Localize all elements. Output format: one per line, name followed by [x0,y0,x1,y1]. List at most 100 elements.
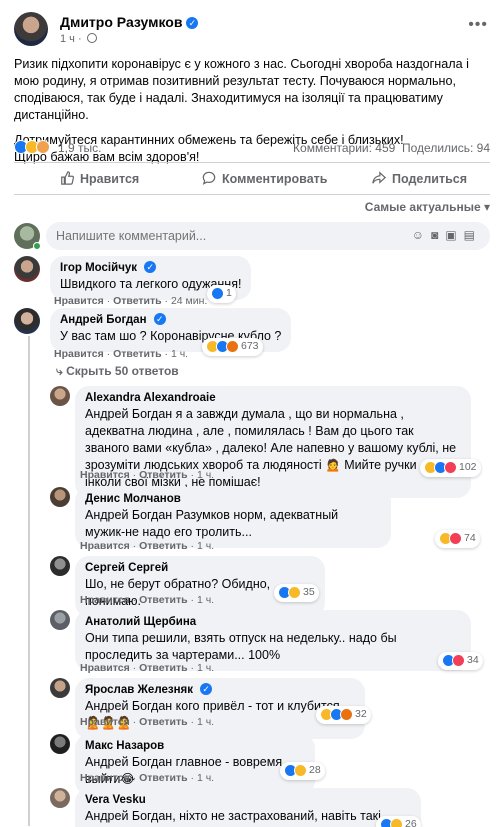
like-label: Нравится [80,172,140,186]
reply: Alexandra Alexandroaie Андрей Богдан я а… [50,386,490,498]
haha-reaction-icon [294,764,307,777]
comment-time[interactable]: 1 ч. [197,716,214,728]
comment-reactions[interactable]: 74 [435,530,480,548]
more-options-icon[interactable]: ••• [468,16,488,34]
reaction-count: 28 [309,764,321,776]
commenter-avatar[interactable] [50,556,70,576]
reaction-count[interactable]: 1,9 тыс. [58,141,101,155]
commenter-name[interactable]: Анатолий Щербина [85,615,461,630]
comment-reactions[interactable]: 35 [274,584,319,602]
comment-count[interactable]: Комментарии: 459 [293,141,395,155]
commenter-name[interactable]: Андрей Богдан ✓ [60,313,281,328]
comment-composer: ☺◙▣▤ [14,222,490,250]
share-label: Поделиться [392,172,468,186]
divider [14,194,490,195]
reaction-count: 102 [459,461,477,473]
comment-like-link[interactable]: Нравится [80,540,130,552]
commenter-name[interactable]: Ярослав Железняк ✓ [85,683,355,698]
thread-line [28,336,30,826]
post-meta: 1 ч · [60,33,97,45]
comment-time[interactable]: 1 ч. [197,469,214,481]
comment-actions: Нравится · Ответить · 1 ч. [80,469,215,481]
reply: Денис Молчанов Андрей Богдан Разумков но… [50,487,490,552]
comment-reply-link[interactable]: Ответить [139,540,188,552]
commenter-name[interactable]: Vera Vesku [85,793,411,808]
reply: Макс Назаров Андрей Богдан главное - вов… [50,734,490,795]
comment-actions: Нравится · Ответить · 1 ч. [80,716,215,728]
name-text: Ярослав Железняк [85,684,193,696]
comment-actions: Нравится · Ответить · 1 ч. [80,594,215,606]
comment-time[interactable]: 24 мин. [171,295,207,307]
like-reaction-icon [211,287,224,300]
hide-replies-link[interactable]: ⤷ Скрыть 50 ответов [56,364,179,379]
comment-reactions[interactable]: 32 [316,706,371,724]
comment-time[interactable]: 1 ч. [197,772,214,784]
hide-replies-label: Скрыть 50 ответов [66,364,179,378]
comment-like-link[interactable]: Нравится [80,716,130,728]
sticker-icon[interactable]: ▤ [464,228,482,242]
commenter-avatar[interactable] [50,734,70,754]
comment-time[interactable]: 1 ч. [197,540,214,552]
comment-like-link[interactable]: Нравится [54,295,104,307]
commenter-name[interactable]: Денис Молчанов [85,492,381,507]
share-count[interactable]: Поделились: 94 [402,141,490,155]
comment-reply-link[interactable]: Ответить [139,716,188,728]
comment-reply-link[interactable]: Ответить [139,594,188,606]
commenter-name[interactable]: Ігор Мосійчук ✓ [60,261,241,276]
comment-like-link[interactable]: Нравится [80,594,130,606]
camera-icon[interactable]: ◙ [431,228,445,242]
verified-badge-icon: ✓ [186,17,199,29]
comment-time[interactable]: 1 ч. [197,662,214,674]
comment-reactions[interactable]: 102 [420,459,481,477]
comment-button[interactable]: Комментировать [202,171,327,186]
comment-time[interactable]: 1 ч. [197,594,214,606]
comment-reply-link[interactable]: Ответить [139,662,188,674]
comment-like-link[interactable]: Нравится [54,348,104,360]
reaction-count: 1 [226,287,232,299]
comment-reply-link[interactable]: Ответить [113,295,162,307]
comment-like-link[interactable]: Нравится [80,772,130,784]
commenter-avatar[interactable] [50,487,70,507]
comment-reactions[interactable]: 673 [202,338,263,356]
commenter-avatar[interactable] [50,788,70,808]
comment-like-link[interactable]: Нравится [80,662,130,674]
commenter-avatar[interactable] [14,308,40,334]
comment-sort-dropdown[interactable]: Самые актуальные ▾ [365,200,490,214]
author-name[interactable]: Дмитро Разумков [60,14,182,30]
comment-reactions[interactable]: 26 [376,816,421,827]
comment-bubble: Макс Назаров Андрей Богдан главное - вов… [75,734,315,795]
commenter-avatar[interactable] [14,256,40,282]
commenter-name[interactable]: Сергей Сергей [85,561,315,576]
comment-bubble: Vera Vesku Андрей Богдан, ніхто не застр… [75,788,421,827]
post-header: Дмитро Разумков ✓ 1 ч · ••• [14,12,490,52]
reaction-count: 34 [467,654,479,666]
post-author[interactable]: Дмитро Разумков ✓ [60,14,199,30]
share-button[interactable]: Поделиться [372,171,467,186]
comment-bubble: Денис Молчанов Андрей Богдан Разумков но… [75,487,391,548]
reaction-icons[interactable] [14,140,50,156]
comment-like-link[interactable]: Нравится [80,469,130,481]
comment: Андрей Богдан ✓ У вас там шо ? Коронавір… [14,308,490,360]
emoji-icon[interactable]: ☺ [412,228,431,242]
comment-reply-link[interactable]: Ответить [113,348,162,360]
love-reaction-icon [452,654,465,667]
comment-reply-link[interactable]: Ответить [139,469,188,481]
comment-time[interactable]: 1 ч. [171,348,188,360]
commenter-name[interactable]: Макс Назаров [85,739,305,754]
author-avatar[interactable] [14,12,48,46]
comment-reactions[interactable]: 28 [280,762,325,780]
commenter-avatar[interactable] [50,678,70,698]
thumbs-up-icon [61,171,74,185]
gif-icon[interactable]: ▣ [445,228,463,242]
comment-reply-link[interactable]: Ответить [139,772,188,784]
comment: Ігор Мосійчук ✓ Швидкого та легкого одуж… [14,256,490,307]
commenter-avatar[interactable] [50,386,70,406]
post-time[interactable]: 1 ч [60,33,75,45]
comment-reactions[interactable]: 34 [438,652,483,670]
like-button[interactable]: Нравится [60,171,139,186]
reaction-count: 35 [303,586,315,598]
angry-reaction-icon [340,708,353,721]
commenter-name[interactable]: Alexandra Alexandroaie [85,391,461,406]
commenter-avatar[interactable] [50,610,70,630]
comment-reactions[interactable]: 1 [207,285,236,303]
